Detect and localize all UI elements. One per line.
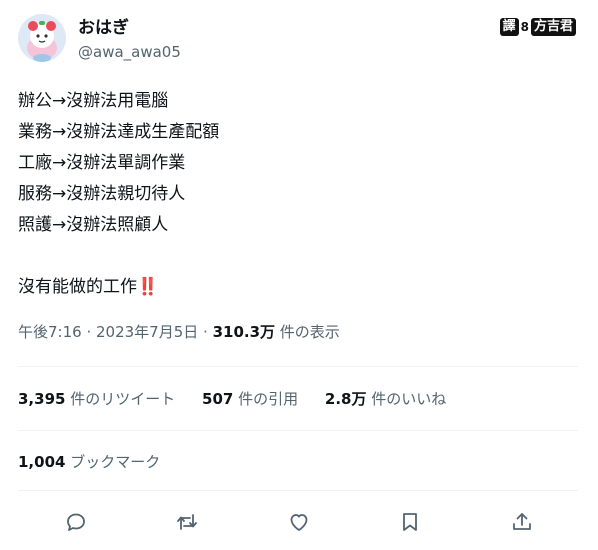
tweet-header: おはぎ @awa_awa05 xyxy=(18,14,580,64)
tweet-text: 辦公→沒辦法用電腦 業務→沒辦法達成生產配額 工廠→沒辦法單調作業 服務→沒辦法… xyxy=(18,86,578,303)
share-icon xyxy=(513,513,531,530)
bookmark-button[interactable] xyxy=(393,505,427,539)
author-handle[interactable]: @awa_awa05 xyxy=(78,42,181,62)
bookmarks-label: ブックマーク xyxy=(65,453,161,471)
divider xyxy=(18,430,578,431)
watermark-separator: 8 xyxy=(520,20,529,34)
likes-label: 件のいいね xyxy=(366,390,447,408)
retweets-stat[interactable]: 3,395 件のリツイート xyxy=(18,390,175,408)
divider xyxy=(18,366,578,367)
quotes-count: 507 xyxy=(202,390,234,408)
likes-stat[interactable]: 2.8万 件のいいね xyxy=(325,390,446,408)
tweet-date[interactable]: 2023年7月5日 xyxy=(96,323,198,341)
retweet-icon xyxy=(177,514,197,530)
engagement-stats: 3,395 件のリツイート 507 件の引用 2.8万 件のいいね xyxy=(18,389,468,409)
like-button[interactable] xyxy=(282,505,316,539)
like-icon xyxy=(290,514,308,531)
divider xyxy=(18,490,578,491)
tweet-closing-line: 沒有能做的工作‼️ xyxy=(18,272,578,303)
tweet-line: 服務→沒辦法親切待人 xyxy=(18,184,186,204)
tweet-time[interactable]: 午後7:16 xyxy=(18,323,82,341)
tweet-line: 業務→沒辦法達成生產配額 xyxy=(18,122,220,142)
tweet-line: 辦公→沒辦法用電腦 xyxy=(18,91,169,111)
quotes-stat[interactable]: 507 件の引用 xyxy=(202,390,298,408)
reply-icon xyxy=(67,513,85,531)
double-exclamation-emoji: ‼️ xyxy=(137,277,159,297)
tweet-line: 工廠→沒辦法單調作業 xyxy=(18,153,186,173)
watermark: 譯 8 方吉君 xyxy=(499,16,576,38)
tweet-line: 照護→沒辦法照顧人 xyxy=(18,215,169,235)
meta-separator: · xyxy=(198,323,213,341)
views-label: 件の表示 xyxy=(275,323,340,341)
meta-separator: · xyxy=(81,323,96,341)
reply-button[interactable] xyxy=(59,505,93,539)
avatar[interactable] xyxy=(18,14,66,62)
retweet-button[interactable] xyxy=(170,505,204,539)
bookmarks-stat: 1,004 ブックマーク xyxy=(18,452,160,472)
watermark-right: 方吉君 xyxy=(530,18,576,36)
author-name[interactable]: おはぎ xyxy=(78,17,129,39)
retweets-count: 3,395 xyxy=(18,390,66,408)
share-button[interactable] xyxy=(505,505,539,539)
bookmark-icon xyxy=(403,513,417,531)
watermark-left: 譯 xyxy=(499,18,519,36)
tweet-closing-text: 沒有能做的工作 xyxy=(18,277,137,297)
quotes-label: 件の引用 xyxy=(233,390,299,408)
tweet-meta: 午後7:16 · 2023年7月5日 · 310.3万 件の表示 xyxy=(18,322,340,342)
action-bar xyxy=(18,505,578,539)
retweets-label: 件のリツイート xyxy=(65,390,176,408)
bookmarks-count: 1,004 xyxy=(18,453,66,471)
likes-count: 2.8万 xyxy=(324,390,367,408)
views-count: 310.3万 xyxy=(212,323,276,341)
